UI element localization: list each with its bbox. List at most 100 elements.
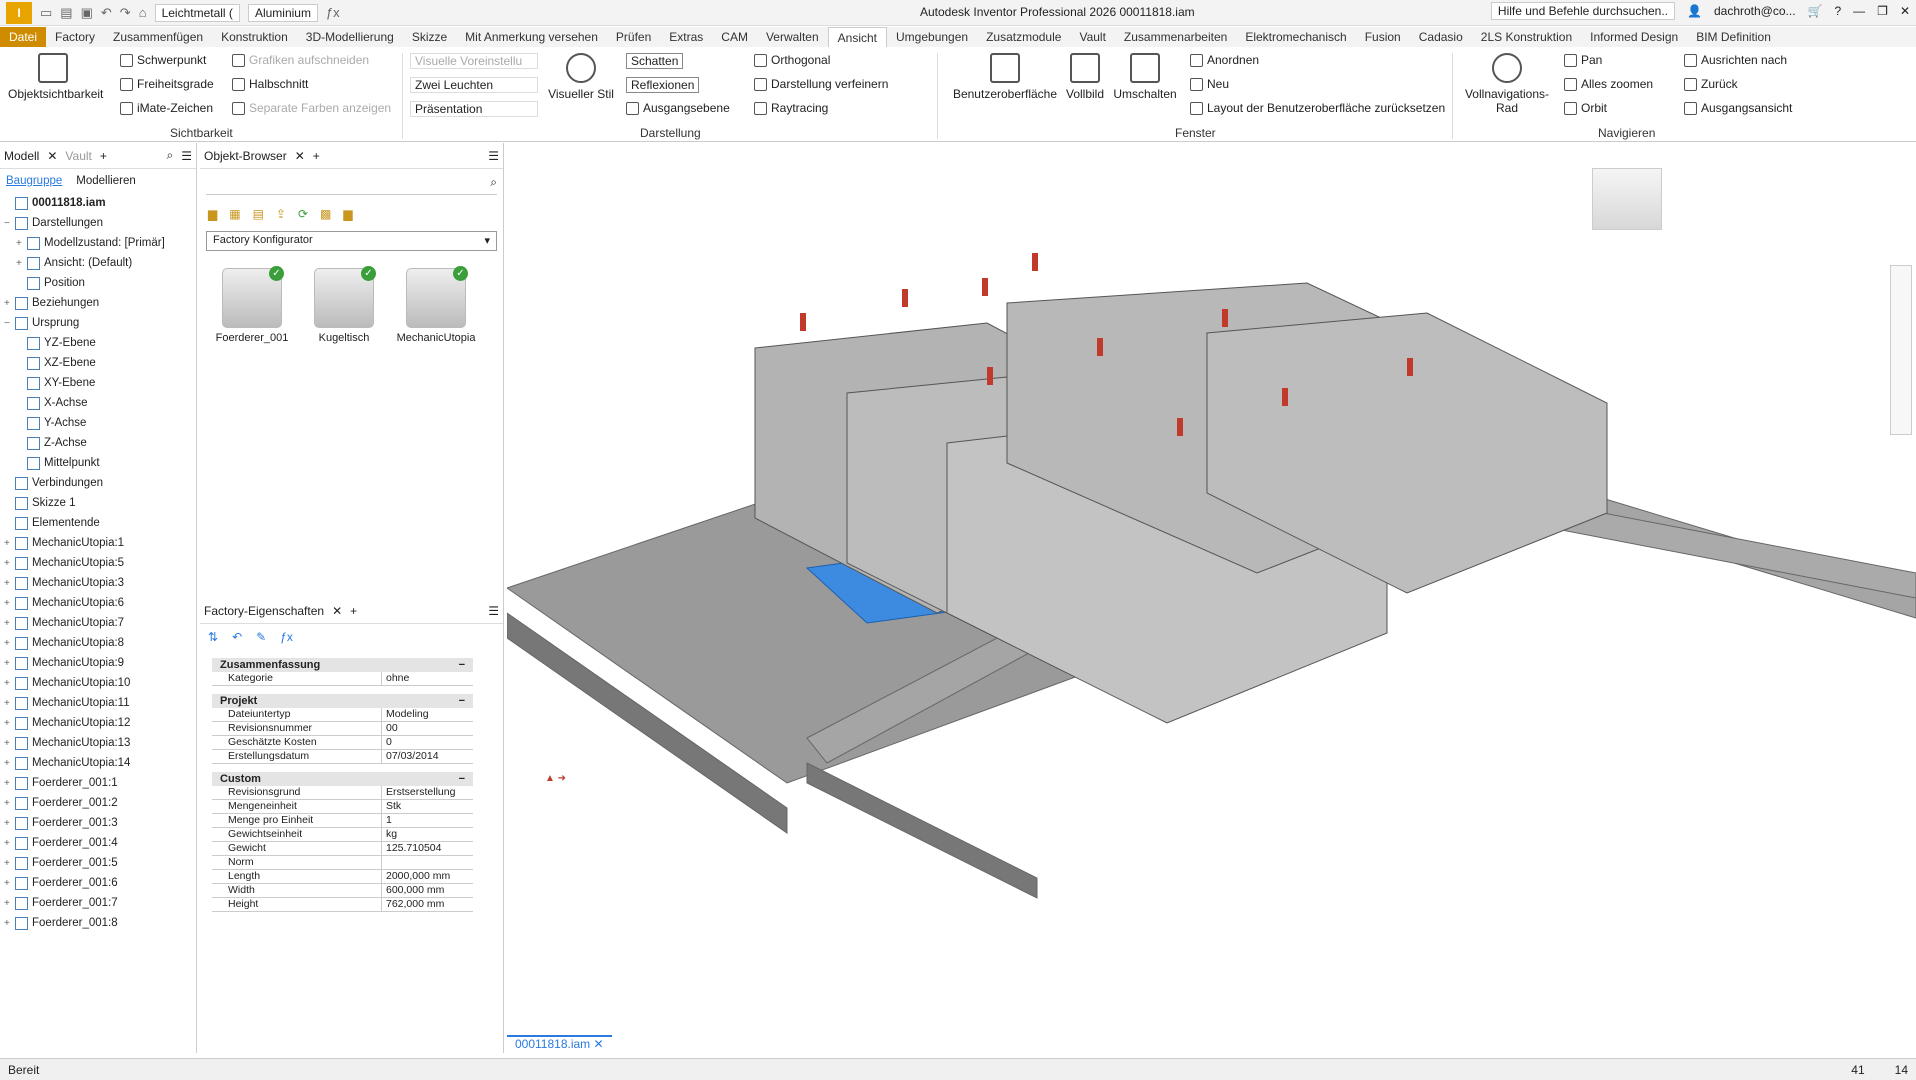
help-icon[interactable]: ? bbox=[1834, 4, 1841, 18]
viewcube[interactable] bbox=[1592, 168, 1662, 230]
open-icon[interactable]: ▤ bbox=[60, 5, 72, 21]
pan-button[interactable]: Pan bbox=[1564, 53, 1602, 67]
folder-icon[interactable]: ▆ bbox=[343, 207, 352, 221]
expand-icon[interactable]: + bbox=[16, 238, 25, 249]
property-value[interactable]: 762,000 mm bbox=[382, 898, 473, 911]
tab-fusion[interactable]: Fusion bbox=[1356, 27, 1410, 47]
search-icon[interactable]: ⌕ bbox=[490, 175, 497, 194]
expand-icon[interactable]: + bbox=[4, 918, 13, 929]
tree-item[interactable]: + MechanicUtopia:13 bbox=[4, 733, 196, 753]
tree-item[interactable]: X-Achse bbox=[4, 393, 196, 413]
search-icon[interactable]: ⌕ bbox=[167, 148, 174, 163]
tab-factory-eigenschaften[interactable]: Factory-Eigenschaften bbox=[204, 604, 324, 618]
tree-item[interactable]: Verbindungen bbox=[4, 473, 196, 493]
ausrichten-button[interactable]: Ausrichten nach bbox=[1684, 53, 1787, 67]
appearance-select[interactable]: Aluminium bbox=[247, 3, 318, 22]
tab-cam[interactable]: CAM bbox=[712, 27, 757, 47]
component-foerderer[interactable]: ✓ Foerderer_001 bbox=[212, 266, 292, 344]
tree-item[interactable]: YZ-Ebene bbox=[4, 333, 196, 353]
close-icon[interactable]: ✕ bbox=[295, 149, 305, 163]
tree-item[interactable]: + Foerderer_001:7 bbox=[4, 893, 196, 913]
formula-icon[interactable]: ƒx bbox=[280, 630, 293, 644]
menu-icon[interactable]: ☰ bbox=[181, 149, 192, 163]
visual-style-button[interactable]: Visueller Stil bbox=[546, 53, 616, 101]
tree-item[interactable]: + Modellzustand: [Primär] bbox=[4, 233, 196, 253]
zoom-all-button[interactable]: Alles zoomen bbox=[1564, 77, 1653, 91]
tab-modell[interactable]: Modell bbox=[4, 149, 39, 163]
tab-skizze[interactable]: Skizze bbox=[403, 27, 456, 47]
layout-reset-button[interactable]: Layout der Benutzeroberfläche zurücksetz… bbox=[1190, 101, 1445, 115]
property-value[interactable]: 0 bbox=[382, 736, 473, 749]
browser-search-input[interactable]: ⌕ bbox=[206, 175, 497, 195]
orbit-button[interactable]: Orbit bbox=[1564, 101, 1607, 115]
tree-item[interactable]: + MechanicUtopia:5 bbox=[4, 553, 196, 573]
expand-icon[interactable]: + bbox=[4, 758, 13, 769]
tab-zusatzmodule[interactable]: Zusatzmodule bbox=[977, 27, 1070, 47]
tree-item[interactable]: Position bbox=[4, 273, 196, 293]
tree-item[interactable]: + Foerderer_001:1 bbox=[4, 773, 196, 793]
cart-icon[interactable]: 🛒 bbox=[1808, 4, 1823, 18]
search-input[interactable]: Hilfe und Befehle durchsuchen.. bbox=[1490, 2, 1676, 20]
anordnen-button[interactable]: Anordnen bbox=[1190, 53, 1259, 67]
separate-farben-button[interactable]: Separate Farben anzeigen bbox=[232, 101, 391, 115]
lighting-select[interactable]: Zwei Leuchten bbox=[410, 77, 538, 93]
restore-icon[interactable]: ❐ bbox=[1877, 4, 1888, 18]
view-icon[interactable]: ▤ bbox=[253, 207, 264, 221]
ausgangsebene-button[interactable]: Ausgangsebene bbox=[626, 101, 730, 115]
ausgangsansicht-button[interactable]: Ausgangsansicht bbox=[1684, 101, 1792, 115]
edit-icon[interactable]: ✎ bbox=[256, 630, 266, 644]
expand-icon[interactable]: + bbox=[4, 898, 13, 909]
expand-icon[interactable]: + bbox=[4, 298, 13, 309]
tree-item[interactable]: Skizze 1 bbox=[4, 493, 196, 513]
property-value[interactable]: 2000,000 mm bbox=[382, 870, 473, 883]
tab-datei[interactable]: Datei bbox=[0, 27, 47, 47]
tree-item[interactable]: + MechanicUtopia:3 bbox=[4, 573, 196, 593]
raytracing-button[interactable]: Raytracing bbox=[754, 101, 828, 115]
property-value[interactable]: Stk bbox=[382, 800, 473, 813]
expand-icon[interactable]: + bbox=[4, 718, 13, 729]
graphics-viewport[interactable]: ▲ ➜ bbox=[507, 143, 1916, 1053]
tab-vault[interactable]: Vault bbox=[1070, 27, 1114, 47]
property-row[interactable]: Erstellungsdatum 07/03/2014 bbox=[212, 750, 473, 764]
property-row[interactable]: Menge pro Einheit 1 bbox=[212, 814, 473, 828]
minimize-icon[interactable]: — bbox=[1853, 4, 1865, 18]
property-value[interactable]: Erstserstellung bbox=[382, 786, 473, 799]
folder-icon[interactable]: ▆ bbox=[208, 207, 217, 221]
menu-icon[interactable]: ☰ bbox=[488, 604, 499, 618]
tab-extras[interactable]: Extras bbox=[660, 27, 712, 47]
tree-item[interactable]: − Darstellungen bbox=[4, 213, 196, 233]
formula-icon[interactable]: ƒx bbox=[326, 5, 340, 20]
property-value[interactable]: 1 bbox=[382, 814, 473, 827]
undo-icon[interactable]: ↶ bbox=[101, 5, 112, 21]
expand-icon[interactable]: + bbox=[4, 798, 13, 809]
tree-item[interactable]: + MechanicUtopia:9 bbox=[4, 653, 196, 673]
tab-verwalten[interactable]: Verwalten bbox=[757, 27, 828, 47]
redo-icon[interactable]: ↷ bbox=[120, 5, 131, 21]
tree-item[interactable]: + MechanicUtopia:10 bbox=[4, 673, 196, 693]
freiheitsgrade-button[interactable]: Freiheitsgrade bbox=[120, 77, 214, 91]
property-row[interactable]: Gewicht 125.710504 bbox=[212, 842, 473, 856]
close-icon[interactable]: ✕ bbox=[332, 604, 342, 618]
property-row[interactable]: Height 762,000 mm bbox=[212, 898, 473, 912]
expand-icon[interactable]: + bbox=[4, 838, 13, 849]
add-tab-icon[interactable]: + bbox=[313, 149, 320, 163]
tree-item[interactable]: + Foerderer_001:4 bbox=[4, 833, 196, 853]
halbschnitt-button[interactable]: Halbschnitt bbox=[232, 77, 308, 91]
user-icon[interactable]: 👤 bbox=[1687, 4, 1702, 18]
tree-item[interactable]: + MechanicUtopia:8 bbox=[4, 633, 196, 653]
expand-icon[interactable]: + bbox=[4, 858, 13, 869]
expand-icon[interactable]: − bbox=[4, 318, 13, 329]
expand-icon[interactable]: + bbox=[4, 678, 13, 689]
imate-button[interactable]: iMate-Zeichen bbox=[120, 101, 213, 115]
tab-zusammenarbeiten[interactable]: Zusammenarbeiten bbox=[1115, 27, 1236, 47]
expand-icon[interactable]: + bbox=[4, 618, 13, 629]
undo-icon[interactable]: ↶ bbox=[232, 630, 242, 644]
neu-button[interactable]: Neu bbox=[1190, 77, 1229, 91]
tab-konstruktion[interactable]: Konstruktion bbox=[212, 27, 297, 47]
refresh-icon[interactable]: ⟳ bbox=[298, 207, 308, 221]
grid-icon[interactable]: ▦ bbox=[229, 207, 240, 221]
collapse-icon[interactable]: − bbox=[459, 694, 465, 708]
tab-cadasio[interactable]: Cadasio bbox=[1410, 27, 1472, 47]
property-value[interactable] bbox=[382, 856, 473, 869]
expand-icon[interactable]: + bbox=[4, 558, 13, 569]
